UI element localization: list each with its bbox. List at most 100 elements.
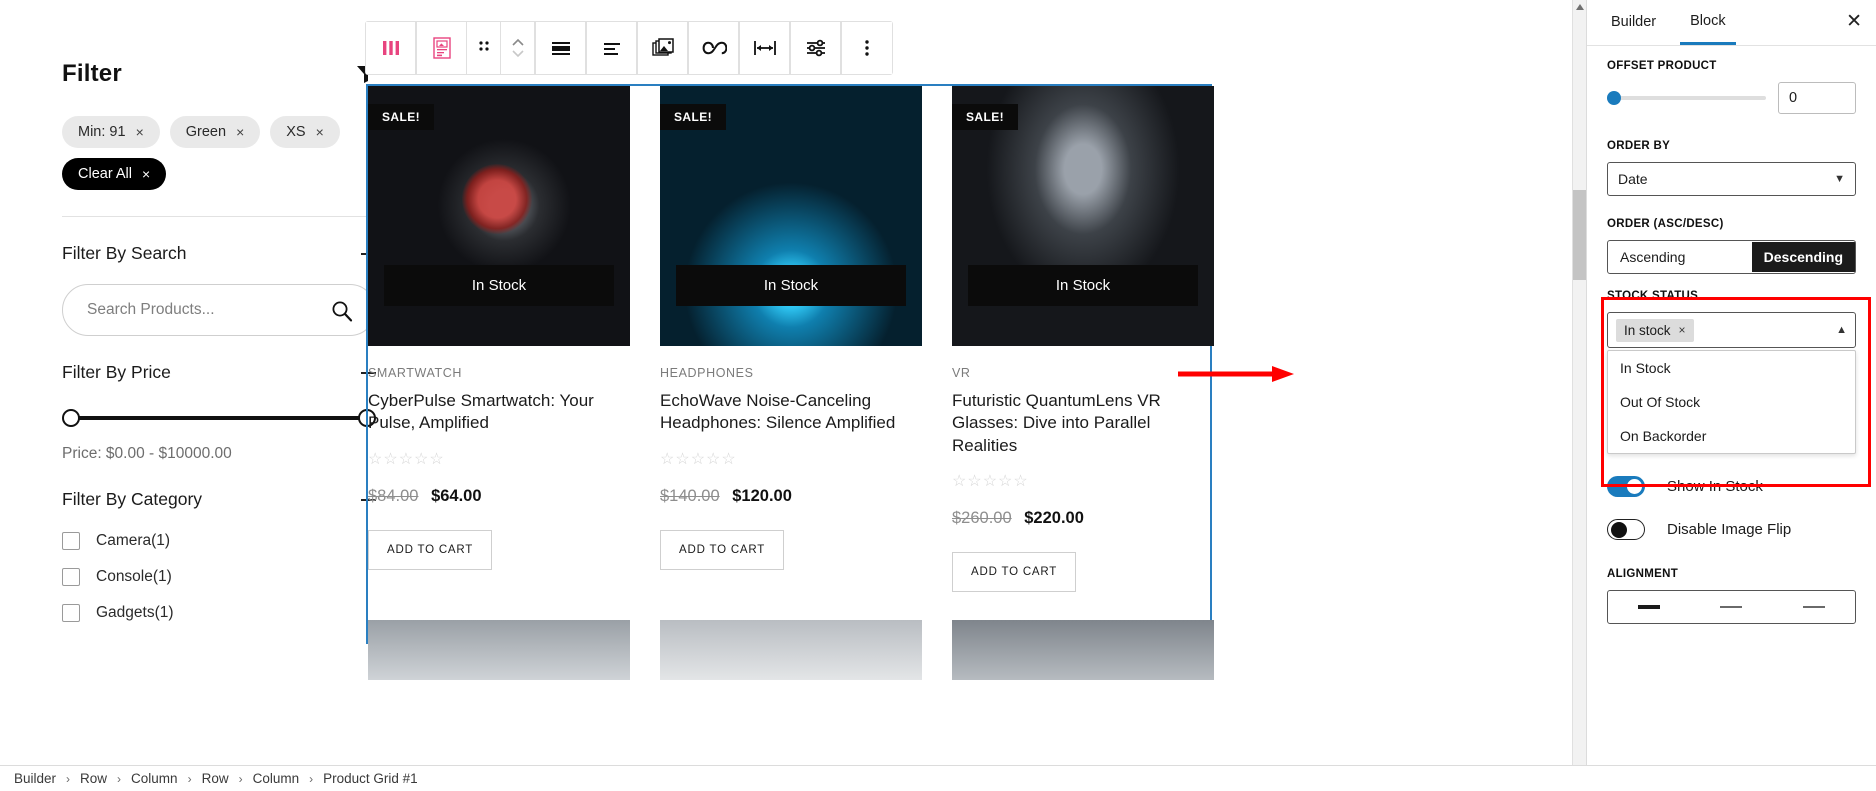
breadcrumb-separator: › bbox=[238, 771, 243, 786]
menu-item-in-stock[interactable]: In Stock bbox=[1608, 351, 1855, 385]
gallery-icon[interactable] bbox=[638, 22, 688, 74]
stock-status-select[interactable]: In stock × ▲ bbox=[1607, 312, 1856, 348]
more-options-icon[interactable] bbox=[842, 22, 892, 74]
stock-status-tag[interactable]: In stock × bbox=[1616, 318, 1694, 342]
columns-icon[interactable] bbox=[366, 22, 416, 74]
tab-block[interactable]: Block bbox=[1680, 1, 1736, 45]
filter-chip[interactable]: Green × bbox=[169, 116, 261, 148]
product-image[interactable]: SALE! In Stock bbox=[952, 86, 1214, 346]
list-item[interactable]: Camera(1) bbox=[62, 532, 376, 550]
chip-label: Min: 91 bbox=[78, 124, 126, 140]
disable-image-flip-toggle[interactable] bbox=[1607, 519, 1645, 540]
close-icon[interactable]: × bbox=[236, 125, 244, 139]
breadcrumb-item-2[interactable]: Column bbox=[131, 771, 178, 786]
menu-item-on-backorder[interactable]: On Backorder bbox=[1608, 419, 1855, 453]
clear-all-row: Clear All × bbox=[62, 158, 376, 190]
slider-handle-min[interactable] bbox=[62, 409, 80, 427]
align-left-icon[interactable] bbox=[587, 22, 637, 74]
section-title-price: Filter By Price bbox=[62, 362, 171, 382]
slider-handle[interactable] bbox=[1607, 91, 1621, 105]
breadcrumb-item-0[interactable]: Builder bbox=[14, 771, 56, 786]
product-image[interactable] bbox=[368, 620, 630, 680]
order-direction-label: ORDER (ASC/DESC) bbox=[1607, 218, 1724, 230]
product-card[interactable] bbox=[368, 620, 630, 680]
product-image[interactable]: SALE! In Stock bbox=[660, 86, 922, 346]
close-icon[interactable]: × bbox=[1679, 323, 1686, 337]
filter-by-category-section: Filter By Category Camera(1) Console(1) … bbox=[62, 463, 376, 622]
canvas-scrollbar[interactable] bbox=[1572, 0, 1587, 765]
filter-chip[interactable]: XS × bbox=[270, 116, 340, 148]
product-card[interactable]: SALE! In Stock VR Futuristic QuantumLens… bbox=[952, 86, 1214, 593]
close-icon[interactable]: × bbox=[136, 125, 144, 139]
close-icon[interactable]: × bbox=[316, 125, 324, 139]
status-badge: SALE! bbox=[952, 104, 1018, 130]
checkbox[interactable] bbox=[62, 604, 80, 622]
list-item-label: Console(1) bbox=[96, 568, 172, 585]
width-icon[interactable] bbox=[740, 22, 790, 74]
search-field-wrapper[interactable] bbox=[62, 284, 376, 336]
align-full-icon[interactable] bbox=[536, 22, 586, 74]
old-price: $260.00 bbox=[952, 509, 1012, 528]
search-icon[interactable] bbox=[331, 300, 353, 327]
stock-badge: In Stock bbox=[384, 265, 614, 306]
product-image[interactable] bbox=[952, 620, 1214, 680]
search-input[interactable] bbox=[63, 301, 375, 319]
block-preview-icon[interactable] bbox=[417, 22, 467, 74]
align-left-button[interactable] bbox=[1608, 605, 1690, 609]
show-in-stock-row: Show In Stock bbox=[1607, 476, 1856, 497]
section-title-category: Filter By Category bbox=[62, 489, 203, 509]
settings-sliders-icon[interactable] bbox=[791, 22, 841, 74]
product-image[interactable] bbox=[660, 620, 922, 680]
checkbox[interactable] bbox=[62, 532, 80, 550]
product-title[interactable]: Futuristic QuantumLens VR Glasses: Dive … bbox=[952, 390, 1214, 457]
add-to-cart-button[interactable]: ADD TO CART bbox=[368, 529, 493, 570]
add-to-cart-button[interactable]: ADD TO CART bbox=[660, 529, 785, 570]
breadcrumb-separator: › bbox=[117, 771, 122, 786]
product-card[interactable] bbox=[952, 620, 1214, 680]
list-item[interactable]: Gadgets(1) bbox=[62, 604, 376, 622]
list-item[interactable]: Console(1) bbox=[62, 568, 376, 586]
product-image[interactable]: SALE! In Stock bbox=[368, 86, 630, 346]
move-updown-icon[interactable] bbox=[501, 22, 535, 74]
product-card[interactable]: SALE! In Stock HEADPHONES EchoWave Noise… bbox=[660, 86, 922, 592]
order-descending-button[interactable]: Descending bbox=[1751, 242, 1855, 272]
breadcrumb-separator: › bbox=[187, 771, 192, 786]
old-price: $140.00 bbox=[660, 486, 720, 505]
filter-by-search-section: Filter By Search bbox=[62, 217, 376, 336]
section-title-search: Filter By Search bbox=[62, 243, 187, 263]
link-icon[interactable] bbox=[689, 22, 739, 74]
chip-label: Green bbox=[185, 124, 227, 140]
breadcrumb-item-3[interactable]: Row bbox=[202, 771, 229, 786]
breadcrumb-item-4[interactable]: Column bbox=[253, 771, 300, 786]
breadcrumb-item-1[interactable]: Row bbox=[80, 771, 107, 786]
offset-product-slider[interactable] bbox=[1607, 91, 1766, 105]
price-range-slider[interactable] bbox=[62, 409, 376, 427]
stock-status-label: STOCK STATUS bbox=[1607, 290, 1699, 302]
checkbox[interactable] bbox=[62, 568, 80, 586]
tab-builder[interactable]: Builder bbox=[1601, 2, 1666, 43]
filter-chip[interactable]: Min: 91 × bbox=[62, 116, 160, 148]
show-in-stock-toggle[interactable] bbox=[1607, 476, 1645, 497]
clear-all-button[interactable]: Clear All × bbox=[62, 158, 167, 190]
menu-item-out-of-stock[interactable]: Out Of Stock bbox=[1608, 385, 1855, 419]
settings-panel: Builder Block ✕ OFFSET PRODUCT 0 ORDER B… bbox=[1586, 0, 1876, 765]
product-title[interactable]: EchoWave Noise-Canceling Headphones: Sil… bbox=[660, 390, 922, 435]
breadcrumb-item-5[interactable]: Product Grid #1 bbox=[323, 771, 418, 786]
product-card[interactable] bbox=[660, 620, 922, 680]
order-ascending-button[interactable]: Ascending bbox=[1608, 242, 1697, 272]
list-item-label: Camera(1) bbox=[96, 532, 171, 549]
product-card[interactable]: SALE! In Stock SMARTWATCH CyberPulse Sma… bbox=[368, 86, 630, 592]
drag-handle-icon[interactable] bbox=[467, 22, 501, 74]
scroll-up-icon[interactable] bbox=[1576, 4, 1584, 10]
align-center-button[interactable] bbox=[1690, 606, 1772, 608]
offset-product-row: 0 bbox=[1607, 82, 1856, 114]
add-to-cart-button[interactable]: ADD TO CART bbox=[952, 552, 1077, 593]
scrollbar-thumb[interactable] bbox=[1573, 190, 1587, 280]
product-title[interactable]: CyberPulse Smartwatch: Your Pulse, Ampli… bbox=[368, 390, 630, 435]
offset-product-input[interactable]: 0 bbox=[1778, 82, 1856, 114]
close-icon[interactable]: ✕ bbox=[1846, 12, 1862, 31]
align-right-button[interactable] bbox=[1773, 606, 1855, 608]
close-icon: × bbox=[142, 166, 151, 182]
order-by-label: ORDER BY bbox=[1607, 140, 1671, 152]
order-by-select[interactable]: Date ▼ bbox=[1607, 162, 1856, 196]
